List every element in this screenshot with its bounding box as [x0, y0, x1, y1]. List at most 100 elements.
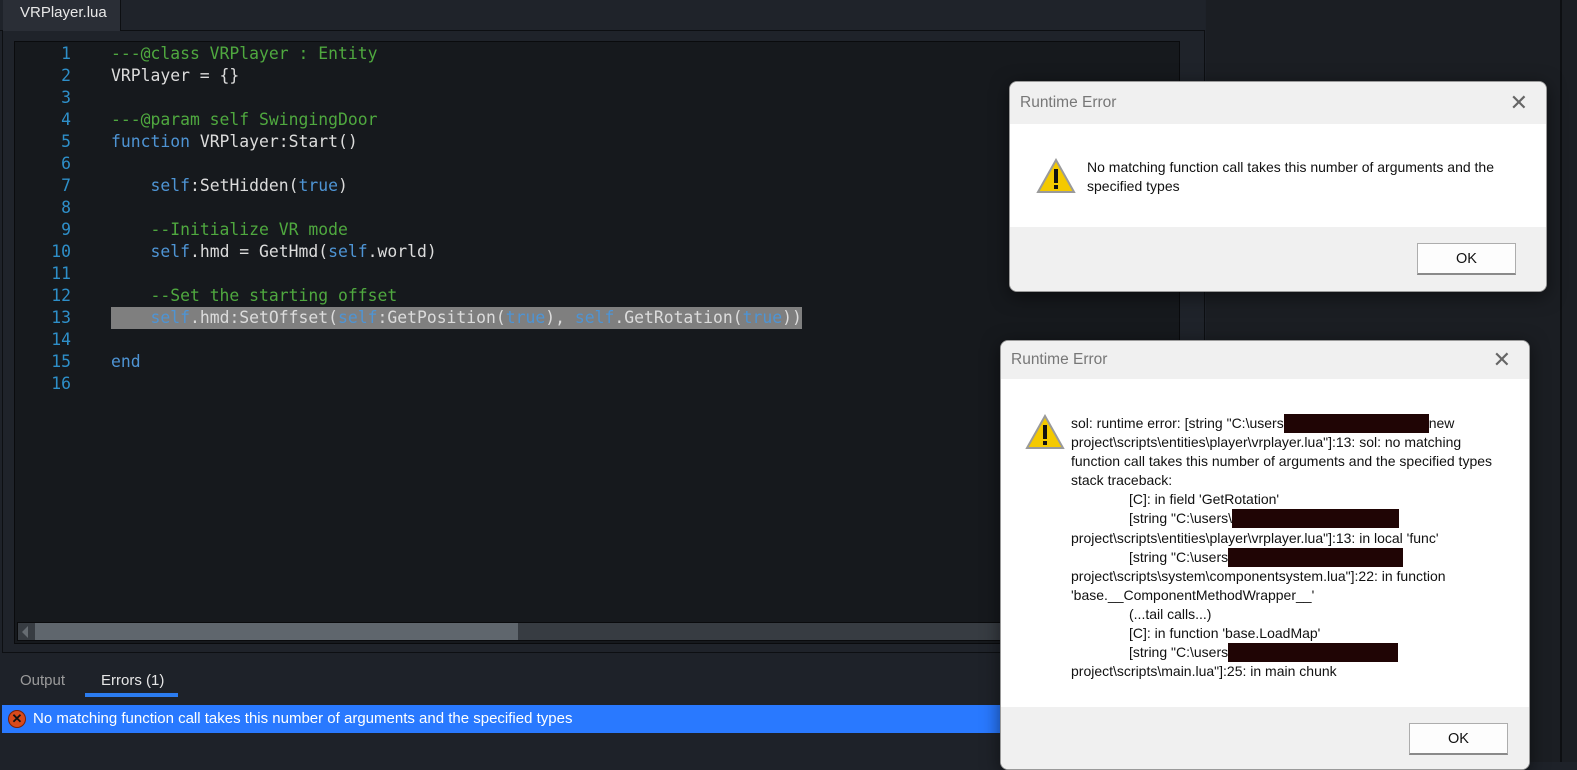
dialog-title: Runtime Error: [1011, 351, 1108, 368]
line-number: 8: [61, 198, 71, 217]
code-line[interactable]: 5 function VRPlayer:Start(): [15, 131, 1179, 153]
code-line[interactable]: 10 self.hmd = GetHmd(self.world): [15, 241, 1179, 263]
trace-line: function call takes this number of argum…: [1071, 453, 1493, 470]
code-token: self: [150, 176, 190, 195]
dialog-message-line: No matching function call takes this num…: [1087, 159, 1494, 175]
error-icon: ✕: [8, 710, 26, 728]
trace-line: sol: runtime error: [string "C:\users: [1071, 415, 1284, 431]
bottom-panel-tabs: Output Errors (1): [0, 664, 1000, 704]
warning-icon: [1025, 414, 1065, 449]
line-number: 7: [61, 176, 71, 195]
code-token: true: [298, 176, 339, 195]
line-text: end: [111, 351, 141, 373]
code-line[interactable]: 1 ---@class VRPlayer : Entity: [15, 43, 1179, 65]
line-text: VRPlayer = {}: [111, 65, 239, 87]
trace-line: [string "C:\users: [1129, 548, 1229, 565]
line-number: 9: [61, 220, 71, 239]
trace-line: 'base.__ComponentMethodWrapper__': [1071, 586, 1315, 603]
trace-line: project\scripts\main.lua"]:25: in main c…: [1071, 663, 1337, 680]
runtime-error-dialog-1: Runtime Error ✕ No matching function call…: [1009, 81, 1547, 292]
code-line[interactable]: 12 --Set the starting offset: [15, 285, 1179, 307]
line-text: self.hmd = GetHmd(self.world): [111, 241, 437, 263]
code-line[interactable]: 6: [15, 153, 1179, 175]
tab-output[interactable]: Output: [20, 672, 65, 689]
trace-line: new: [1428, 415, 1455, 431]
code-line[interactable]: 9 --Initialize VR mode: [15, 219, 1179, 241]
redacted-block: [1232, 509, 1399, 529]
line-number: 6: [61, 154, 71, 173]
code-token: :GetPosition(: [377, 308, 506, 327]
line-text: self:SetHidden(true): [111, 175, 348, 197]
code-line[interactable]: 8: [15, 197, 1179, 219]
error-message: No matching function call takes this num…: [33, 710, 573, 727]
scroll-left-icon[interactable]: [22, 626, 28, 638]
code-token: VRPlayer = {}: [111, 66, 240, 85]
code-token: self: [328, 242, 368, 261]
line-number: 1: [61, 44, 71, 63]
code-line[interactable]: 4 ---@param self SwingingDoor: [15, 109, 1179, 131]
trace-line: [C]: in field 'GetRotation': [1129, 491, 1280, 508]
dialog-message-line: specified types: [1087, 178, 1180, 195]
error-list-item[interactable]: ✕ No matching function call takes this n…: [2, 705, 1002, 733]
ok-button[interactable]: OK: [1417, 243, 1516, 275]
warning-icon: [1036, 158, 1076, 193]
trace-line: project\scripts\system\componentsystem.l…: [1071, 567, 1446, 584]
trace-line: (...tail calls...): [1129, 605, 1212, 622]
code-token: ---@class VRPlayer : Entity: [111, 44, 378, 63]
code-token: .world): [367, 242, 437, 261]
code-line[interactable]: 7 self:SetHidden(true): [15, 175, 1179, 197]
line-text: function VRPlayer:Start(): [111, 131, 358, 153]
code-token: ---@param self SwingingDoor: [111, 110, 378, 129]
tab-errors[interactable]: Errors (1): [101, 672, 164, 689]
line-text: --Set the starting offset: [111, 285, 397, 307]
tab-vrplayer-lua[interactable]: VRPlayer.lua: [3, 0, 121, 31]
line-number: 5: [61, 132, 71, 151]
trace-line: stack traceback:: [1071, 472, 1173, 489]
ok-button[interactable]: OK: [1409, 723, 1508, 755]
code-token: .hmd:SetOffset(: [189, 308, 338, 327]
code-line[interactable]: 13 self.hmd:SetOffset(self:GetPosition(t…: [15, 307, 1179, 329]
trace-line: [string "C:\users: [1129, 644, 1229, 661]
line-text: ---@class VRPlayer : Entity: [111, 43, 377, 65]
close-icon[interactable]: ✕: [1493, 341, 1511, 379]
line-number: 15: [51, 352, 71, 371]
line-text: self.hmd:SetOffset(self:GetPosition(true…: [111, 307, 802, 329]
close-icon[interactable]: ✕: [1510, 82, 1528, 124]
code-token: .GetRotation(: [614, 308, 743, 327]
line-number: 11: [51, 264, 71, 283]
redacted-block: [1228, 547, 1404, 567]
line-number: 16: [51, 374, 71, 393]
code-token: self: [574, 308, 615, 327]
line-number: 4: [61, 110, 71, 129]
dialog-title: Runtime Error: [1020, 94, 1117, 111]
code-line[interactable]: 3: [15, 87, 1179, 109]
code-token: self: [338, 308, 378, 327]
line-number: 13: [51, 308, 71, 327]
code-line[interactable]: 2 VRPlayer = {}: [15, 65, 1179, 87]
line-number: 2: [61, 66, 71, 85]
code-token: function: [111, 132, 190, 151]
code-token: --Set the starting offset: [150, 286, 398, 305]
code-token: self: [150, 242, 190, 261]
line-text: ---@param self SwingingDoor: [111, 109, 377, 131]
active-tab-indicator: [85, 693, 178, 697]
code-token: true: [742, 308, 783, 327]
divider: [1560, 0, 1562, 762]
code-token: .hmd = GetHmd(: [189, 242, 329, 261]
runtime-error-dialog-2: Runtime Error ✕ sol: runtime error: [stri…: [1000, 340, 1530, 770]
line-number: 12: [51, 286, 71, 305]
trace-line: [string "C:\users\: [1129, 510, 1232, 527]
code-line[interactable]: 11: [15, 263, 1179, 285]
line-number: 10: [51, 242, 71, 261]
code-token: ): [338, 176, 348, 195]
code-token: VRPlayer:Start(): [189, 132, 358, 151]
scrollbar-thumb[interactable]: [35, 623, 518, 640]
editor-tab-bar: VRPlayer.lua: [0, 0, 1205, 31]
code-token: self: [150, 308, 190, 327]
trace-line: project\scripts\entities\player\vrplayer…: [1071, 529, 1439, 546]
